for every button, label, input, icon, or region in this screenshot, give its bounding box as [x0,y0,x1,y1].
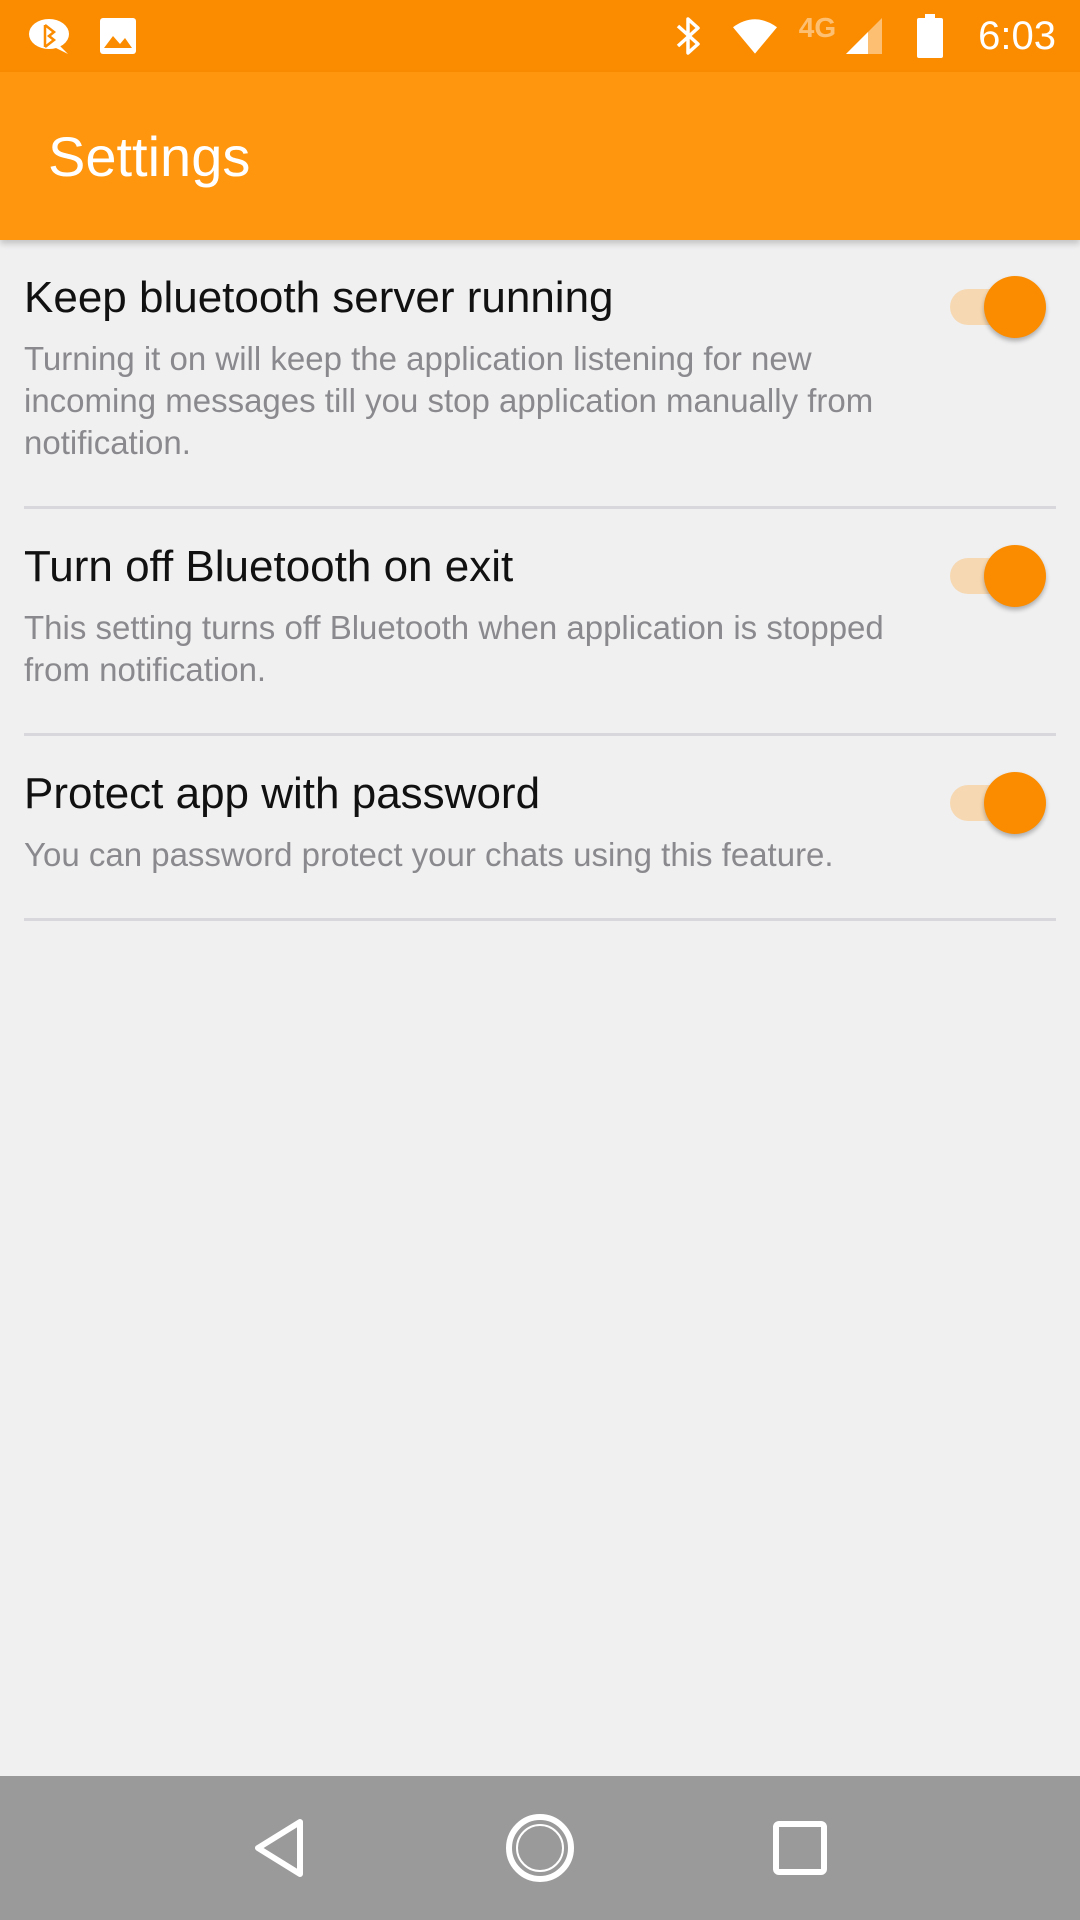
home-icon [506,1814,574,1882]
navigation-bar [0,1776,1080,1920]
app-bar: Settings [0,72,1080,240]
setting-summary: Turning it on will keep the application … [24,340,874,461]
setting-summary: You can password protect your chats usin… [24,836,834,873]
back-icon [255,1819,303,1877]
setting-title: Keep bluetooth server running [24,273,614,322]
switch-thumb [984,276,1046,338]
image-icon [96,14,140,58]
setting-title: Protect app with password [24,769,541,818]
chat-bubble-icon [28,14,72,58]
protect-with-password-switch[interactable] [950,768,1046,834]
setting-summary: This setting turns off Bluetooth when ap… [24,609,884,688]
settings-screen: 4G 6:03 Settings Keep bluetooth server r… [0,0,1080,1920]
page-title: Settings [48,124,251,188]
bluetooth-icon [667,14,711,58]
signal-icon [842,14,886,58]
setting-keep-server-running[interactable]: Keep bluetooth server running Turning it… [24,240,1056,509]
recents-button[interactable] [755,1803,845,1893]
keep-server-running-switch[interactable] [950,272,1046,338]
battery-icon [908,14,952,58]
turn-off-bluetooth-switch[interactable] [950,541,1046,607]
settings-list: Keep bluetooth server running Turning it… [24,240,1056,921]
setting-protect-with-password[interactable]: Protect app with password You can passwo… [24,736,1056,921]
recents-icon [773,1821,827,1875]
back-button[interactable] [235,1803,325,1893]
wifi-icon [732,14,777,58]
status-time: 6:03 [978,13,1056,58]
status-bar: 4G 6:03 [0,0,1080,72]
switch-thumb [984,772,1046,834]
home-button[interactable] [495,1803,585,1893]
switch-thumb [984,545,1046,607]
setting-turn-off-bluetooth[interactable]: Turn off Bluetooth on exit This setting … [24,509,1056,736]
network-type-label: 4G [798,12,837,43]
setting-title: Turn off Bluetooth on exit [24,542,514,591]
